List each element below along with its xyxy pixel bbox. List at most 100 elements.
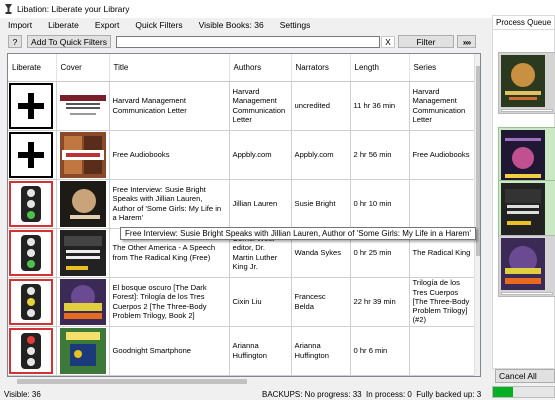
traffic-light-green-icon [21, 235, 41, 271]
menu-import[interactable]: Import [0, 20, 40, 30]
cover-cell[interactable] [56, 326, 110, 376]
title-cell: Goodnight Smartphone [109, 326, 230, 376]
col-header-cover[interactable]: Cover [56, 54, 110, 82]
cover-image[interactable] [59, 229, 106, 276]
queue-item[interactable] [498, 235, 555, 297]
queue-progress [501, 292, 553, 295]
traffic-light-green-icon [21, 186, 41, 222]
plus-icon [18, 93, 44, 119]
cover-image[interactable] [59, 327, 106, 374]
series-cell [409, 326, 475, 376]
series-cell: Trilogía de los Tres Cuerpos [The Three-… [409, 277, 475, 327]
cover-image[interactable] [59, 180, 106, 227]
queue-cover [501, 238, 545, 290]
menu-visible-books[interactable]: Visible Books: 36 [191, 20, 272, 30]
series-cell: Harvard Management Communication Letter [409, 81, 475, 131]
title-cell: Free Interview: Susie Bright Speaks with… [109, 179, 230, 229]
cover-cell[interactable] [56, 277, 110, 327]
title-cell: Harvard Management Communication Letter [109, 81, 230, 131]
menu-export[interactable]: Export [87, 20, 128, 30]
queue-item[interactable] [498, 180, 555, 242]
liberate-cell[interactable] [8, 228, 57, 278]
plus-icon [18, 142, 44, 168]
liberate-status-button[interactable] [9, 230, 53, 276]
authors-cell: Jillian Lauren [229, 179, 292, 229]
cover-cell[interactable] [56, 81, 110, 131]
vertical-scrollbar[interactable] [474, 54, 480, 376]
cover-cell[interactable] [56, 179, 110, 229]
horizontal-scrollbar[interactable] [7, 377, 481, 386]
title-cell: Free Audiobooks [109, 130, 230, 180]
table-row[interactable]: Harvard Management Communication Letter H… [8, 81, 475, 131]
visible-count: Visible: 36 [4, 389, 41, 399]
liberate-add-button[interactable] [9, 132, 53, 178]
cover-image[interactable] [59, 278, 106, 325]
filter-button[interactable]: Filter [398, 35, 454, 48]
length-cell: 11 hr 36 min [350, 81, 410, 131]
col-header-title[interactable]: Title [109, 54, 230, 82]
horizontal-scroll-thumb[interactable] [17, 379, 247, 384]
table-row[interactable]: El bosque oscuro [The Dark Forest]: Tril… [8, 277, 475, 327]
app-glass-icon [5, 4, 12, 14]
liberate-status-button[interactable] [9, 279, 53, 325]
length-cell: 0 hr 6 min [350, 326, 410, 376]
add-quick-filter-button[interactable]: Add To Quick Filters [27, 35, 111, 48]
menu-settings[interactable]: Settings [272, 20, 319, 30]
liberate-cell[interactable] [8, 277, 57, 327]
tab-process-queue[interactable]: Process Queue [492, 15, 555, 29]
traffic-light-red-icon [21, 333, 41, 369]
title-tooltip: Free Interview: Susie Bright Speaks with… [120, 227, 476, 240]
length-cell: 22 hr 39 min [350, 277, 410, 327]
status-bar: Visible: 36 BACKUPS: No progress: 33 In … [0, 388, 555, 400]
title-cell: El bosque oscuro [The Dark Forest]: Tril… [109, 277, 230, 327]
cover-cell[interactable] [56, 130, 110, 180]
liberate-cell[interactable] [8, 81, 57, 131]
cancel-all-button[interactable]: Cancel All [495, 369, 555, 383]
liberate-cell[interactable] [8, 130, 57, 180]
filter-input[interactable] [116, 36, 380, 48]
vertical-scroll-thumb[interactable] [476, 66, 480, 256]
toolbar: ? Add To Quick Filters X Filter »» [0, 33, 490, 50]
authors-cell: Cixin Liu [229, 277, 292, 327]
authors-cell: Harvard Management Communication Letter [229, 81, 292, 131]
library-grid[interactable]: Liberate Cover Title Authors Narrators L… [7, 53, 481, 377]
col-header-narrators[interactable]: Narrators [291, 54, 351, 82]
menu-quick-filters[interactable]: Quick Filters [127, 20, 190, 30]
narrators-cell: uncredited [291, 81, 351, 131]
menu-bar: Import Liberate Export Quick Filters Vis… [0, 18, 490, 32]
traffic-light-yellow-icon [21, 284, 41, 320]
queue-item[interactable] [498, 52, 555, 114]
liberate-add-button[interactable] [9, 83, 53, 129]
col-header-liberate[interactable]: Liberate [8, 54, 57, 82]
liberate-cell[interactable] [8, 179, 57, 229]
table-row[interactable]: Free Interview: Susie Bright Speaks with… [8, 179, 475, 229]
menu-liberate[interactable]: Liberate [40, 20, 87, 30]
title-bar: Libation: Liberate your Library [0, 0, 555, 18]
narrators-cell: Francesc Belda [291, 277, 351, 327]
queue-cover [501, 183, 545, 235]
queue-progress [501, 109, 553, 112]
liberate-status-button[interactable] [9, 181, 53, 227]
col-header-authors[interactable]: Authors [229, 54, 292, 82]
narrators-cell: Susie Bright [291, 179, 351, 229]
series-cell [409, 179, 475, 229]
help-button[interactable]: ? [8, 35, 22, 48]
col-header-length[interactable]: Length [350, 54, 410, 82]
cover-image[interactable] [59, 82, 106, 129]
header-row: Liberate Cover Title Authors Narrators L… [8, 54, 475, 82]
liberate-status-button[interactable] [9, 328, 53, 374]
table-row[interactable]: Free Audiobooks Appbly.com Appbly.com 2 hr … [8, 130, 475, 180]
cover-cell[interactable] [56, 228, 110, 278]
queue-cover [501, 55, 545, 107]
clear-filter-button[interactable]: X [381, 36, 395, 48]
queue-panel[interactable] [492, 29, 555, 369]
cover-image[interactable] [59, 131, 106, 178]
length-cell: 2 hr 56 min [350, 130, 410, 180]
col-header-series[interactable]: Series [409, 54, 475, 82]
series-cell: Free Audiobooks [409, 130, 475, 180]
backups-status: BACKUPS: No progress: 33 In process: 0 F… [262, 389, 482, 399]
table-row[interactable]: Goodnight Smartphone Arianna Huffington Ar… [8, 326, 475, 376]
process-queue: Process Queue [492, 15, 555, 385]
liberate-cell[interactable] [8, 326, 57, 376]
more-filters-button[interactable]: »» [457, 35, 476, 48]
